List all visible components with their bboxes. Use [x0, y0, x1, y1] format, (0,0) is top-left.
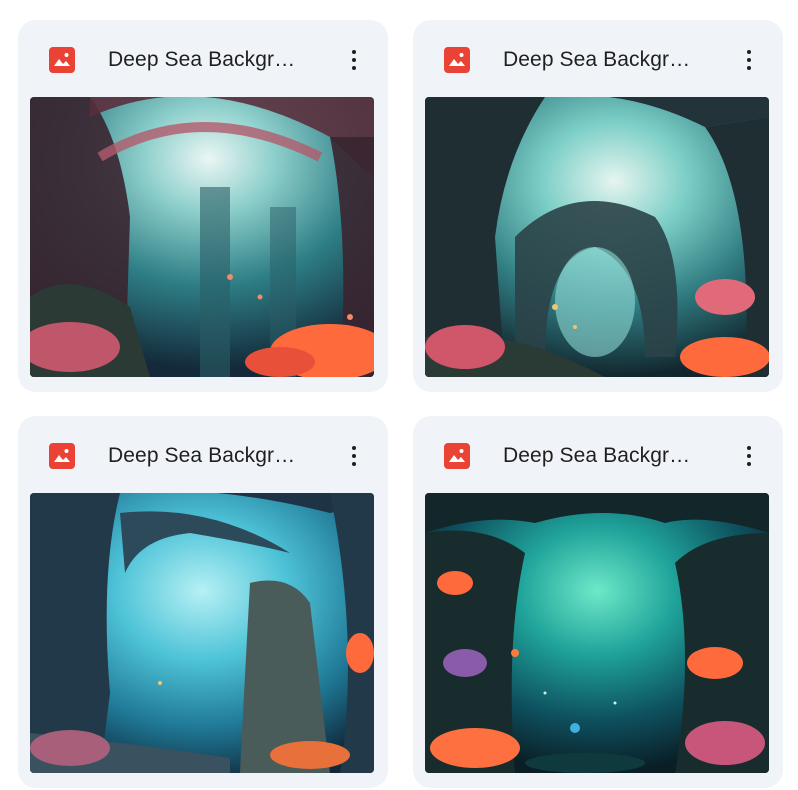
file-card-header: Deep Sea Backgr…	[413, 20, 783, 97]
underwater-coral-arch-image	[30, 97, 374, 377]
file-card-header: Deep Sea Backgr…	[18, 416, 388, 493]
file-grid: Deep Sea Backgr… Deep Sea Backgr… Deep S…	[0, 0, 798, 790]
more-vert-icon	[747, 58, 751, 62]
file-card-header: Deep Sea Backgr…	[413, 416, 783, 493]
file-title[interactable]: Deep Sea Backgr…	[503, 46, 713, 74]
more-vert-icon	[352, 58, 356, 62]
more-vert-icon	[352, 50, 356, 54]
more-vert-icon	[747, 462, 751, 466]
more-vert-icon	[352, 454, 356, 458]
file-card[interactable]: Deep Sea Backgr…	[413, 20, 783, 392]
file-card[interactable]: Deep Sea Backgr…	[18, 416, 388, 788]
more-options-button[interactable]	[342, 42, 366, 78]
more-vert-icon	[352, 462, 356, 466]
image-icon	[444, 47, 470, 73]
more-options-button[interactable]	[737, 42, 761, 78]
underwater-cave-image	[425, 493, 769, 773]
more-vert-icon	[747, 66, 751, 70]
more-vert-icon	[747, 50, 751, 54]
more-options-button[interactable]	[737, 438, 761, 474]
file-title[interactable]: Deep Sea Backgr…	[503, 442, 713, 470]
file-thumbnail[interactable]	[425, 97, 769, 377]
file-card[interactable]: Deep Sea Backgr…	[413, 416, 783, 788]
more-options-button[interactable]	[342, 438, 366, 474]
file-thumbnail[interactable]	[30, 493, 374, 773]
more-vert-icon	[747, 446, 751, 450]
image-icon	[444, 443, 470, 469]
file-title[interactable]: Deep Sea Backgr…	[108, 46, 318, 74]
file-title[interactable]: Deep Sea Backgr…	[108, 442, 318, 470]
file-card[interactable]: Deep Sea Backgr…	[18, 20, 388, 392]
image-icon	[49, 443, 75, 469]
more-vert-icon	[352, 66, 356, 70]
more-vert-icon	[747, 454, 751, 458]
underwater-stone-arch-image	[30, 493, 374, 773]
file-thumbnail[interactable]	[425, 493, 769, 773]
image-icon	[49, 47, 75, 73]
file-thumbnail[interactable]	[30, 97, 374, 377]
more-vert-icon	[352, 446, 356, 450]
underwater-rock-arch-image	[425, 97, 769, 377]
file-card-header: Deep Sea Backgr…	[18, 20, 388, 97]
